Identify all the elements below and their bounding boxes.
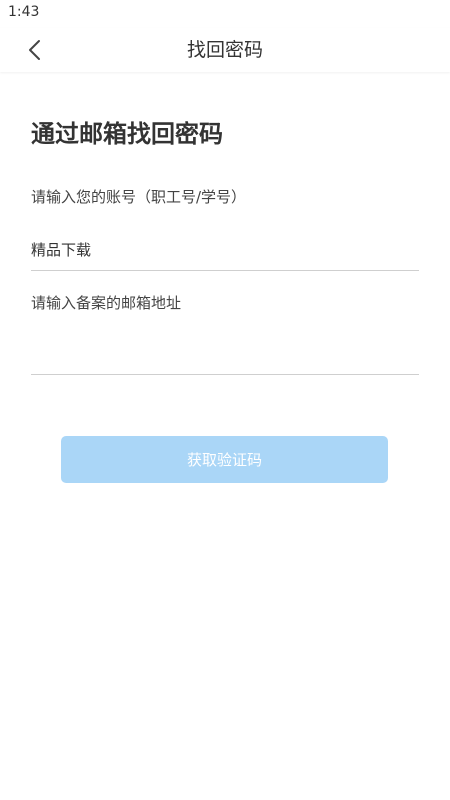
email-label: 请输入备案的邮箱地址	[31, 294, 182, 312]
status-time: 1:43	[8, 4, 40, 20]
screen: 1:43 找回密码 通过邮箱找回密码 请输入您的账号（职工号/学号） 请输入备案…	[0, 0, 450, 800]
page-title: 找回密码	[186, 39, 263, 61]
status-bar: 1:43	[0, 0, 450, 28]
get-verification-code-button[interactable]: 获取验证码	[61, 436, 388, 483]
back-button[interactable]	[18, 34, 50, 66]
nav-bar: 找回密码	[0, 28, 450, 72]
chevron-left-icon	[29, 40, 40, 60]
form-heading: 通过邮箱找回密码	[31, 120, 223, 148]
email-input[interactable]	[31, 334, 419, 375]
account-input[interactable]	[31, 234, 419, 271]
account-label: 请输入您的账号（职工号/学号）	[31, 188, 247, 206]
